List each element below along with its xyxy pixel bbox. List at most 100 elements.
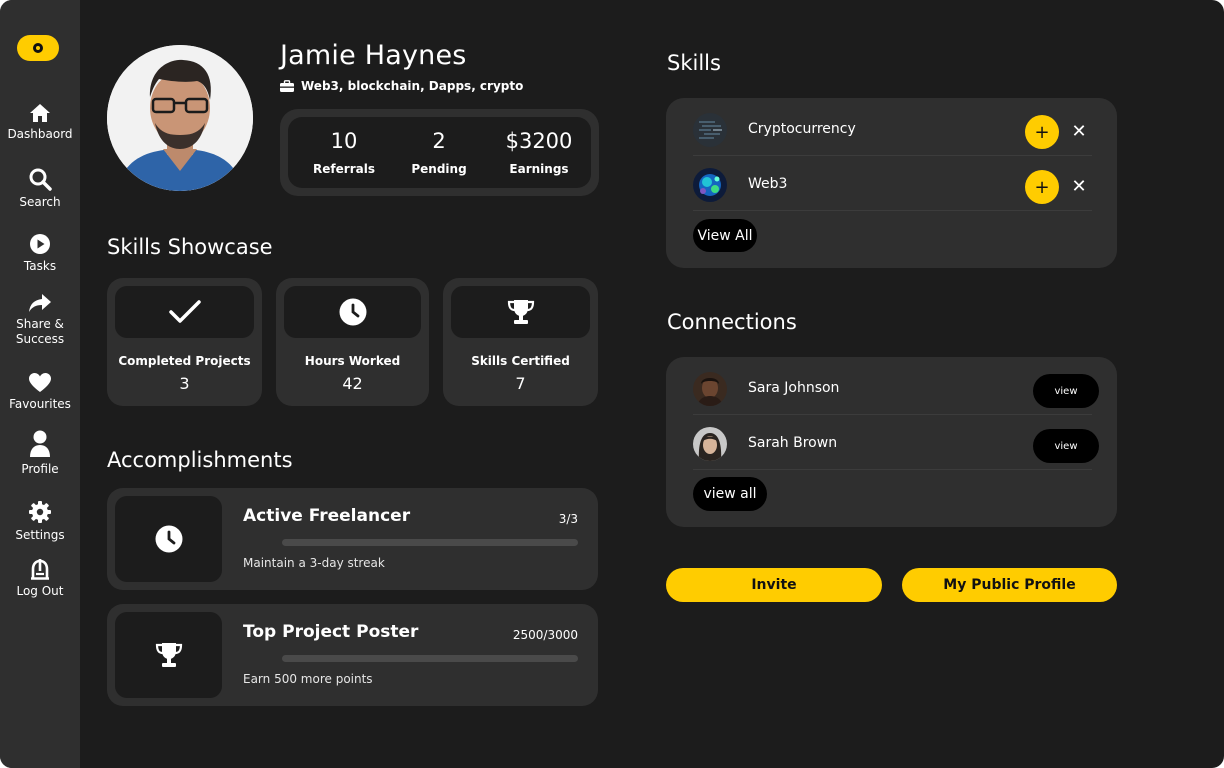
skills-title: Skills: [667, 51, 721, 75]
showcase-card-skills-certified: Skills Certified 7: [443, 278, 598, 406]
showcase-card-hours-worked: Hours Worked 42: [276, 278, 429, 406]
sidebar-item-settings[interactable]: Settings: [0, 500, 80, 543]
accomplishment-title: Active Freelancer: [243, 506, 411, 526]
accomplishment-count: 2500/3000: [512, 628, 578, 642]
sidebar-item-tasks[interactable]: Tasks: [0, 233, 80, 274]
clock-icon: [155, 525, 182, 553]
connections-title: Connections: [667, 310, 797, 334]
showcase-icon-box: [284, 286, 421, 338]
logout-icon: [31, 559, 49, 580]
gear-icon: [29, 501, 51, 523]
profile-tagline: Web3, blockchain, Dapps, crypto: [280, 79, 523, 93]
stat-label: Referrals: [313, 162, 375, 176]
close-icon: ✕: [1071, 120, 1087, 142]
skill-label: Cryptocurrency: [748, 121, 856, 137]
profile-name: Jamie Haynes: [280, 40, 467, 71]
accomplishments-title: Accomplishments: [107, 448, 293, 472]
check-icon: [168, 300, 201, 323]
progress-bar: [282, 655, 578, 662]
plus-icon: +: [1034, 176, 1050, 198]
connection-name: Sarah Brown: [748, 435, 838, 451]
sidebar-item-logout[interactable]: Log Out: [0, 558, 80, 599]
view-connection-button[interactable]: view: [1033, 429, 1099, 463]
clock-icon: [339, 298, 366, 326]
showcase-card-completed-projects: Completed Projects 3: [107, 278, 262, 406]
accomplishment-icon-box: [115, 496, 222, 582]
stat-value: $3200: [505, 129, 573, 153]
sidebar-item-share-success[interactable]: Share & Success: [0, 293, 80, 347]
connections-panel: Sara Johnson view Sarah Brown view view …: [666, 357, 1117, 527]
showcase-value: 3: [179, 374, 190, 393]
skill-thumbnail: [693, 113, 727, 147]
sidebar-item-favourites[interactable]: Favourites: [0, 372, 80, 412]
sidebar-item-label: Favourites: [9, 397, 71, 411]
stat-referrals: 10 Referrals: [296, 129, 392, 176]
sidebar-item-label: Log Out: [16, 584, 64, 598]
home-icon: [30, 104, 50, 122]
showcase-icon-box: [451, 286, 590, 338]
stat-value: 2: [432, 129, 446, 153]
trophy-icon: [507, 300, 534, 324]
stat-value: 10: [330, 129, 358, 153]
connection-avatar: [693, 372, 727, 406]
showcase-label: Hours Worked: [304, 354, 401, 368]
briefcase-icon: [280, 80, 294, 92]
stats-inner: 10 Referrals 2 Pending $3200 Earnings: [288, 117, 591, 188]
connection-row: Sara Johnson view: [693, 360, 1099, 415]
app-window: Dashbaord Search Tasks Share & Success F…: [0, 0, 1224, 768]
heart-icon: [29, 373, 51, 392]
tagline-text: Web3, blockchain, Dapps, crypto: [301, 79, 524, 93]
accomplishment-title: Top Project Poster: [243, 622, 419, 642]
connection-row: Sarah Brown view: [693, 415, 1099, 470]
stat-label: Pending: [411, 162, 467, 176]
skill-row: Cryptocurrency + ✕: [693, 101, 1092, 156]
connection-name: Sara Johnson: [748, 380, 840, 396]
invite-button[interactable]: Invite: [666, 568, 882, 602]
accomplishment-icon-box: [115, 612, 222, 698]
remove-skill-button[interactable]: ✕: [1068, 175, 1090, 197]
remove-skill-button[interactable]: ✕: [1068, 120, 1090, 142]
sidebar-item-label: Share & Success: [15, 317, 65, 346]
sidebar-item-label: Tasks: [23, 259, 57, 273]
skills-view-all-button[interactable]: View All: [693, 219, 757, 252]
stat-earnings: $3200 Earnings: [491, 129, 587, 176]
stat-pending: 2 Pending: [391, 129, 487, 176]
sidebar-item-label: Dashbaord: [7, 127, 73, 141]
add-skill-button[interactable]: +: [1025, 115, 1059, 149]
user-icon: [30, 430, 50, 457]
showcase-label: Skills Certified: [471, 354, 570, 368]
accomplishment-card: Active Freelancer 3/3 Maintain a 3-day s…: [107, 488, 598, 590]
avatar-portrait-icon: [107, 45, 253, 191]
stat-label: Earnings: [509, 162, 569, 176]
sidebar-item-label: Search: [19, 195, 61, 209]
showcase-icon-box: [115, 286, 254, 338]
view-connection-button[interactable]: view: [1033, 374, 1099, 408]
skills-panel: Cryptocurrency + ✕ Web3 + ✕ View All: [666, 98, 1117, 268]
progress-bar: [282, 539, 578, 546]
close-icon: ✕: [1071, 175, 1087, 197]
accomplishment-card: Top Project Poster 2500/3000 Earn 500 mo…: [107, 604, 598, 706]
logo-icon: [33, 43, 43, 53]
logo[interactable]: [17, 35, 59, 61]
sidebar-item-dashboard[interactable]: Dashbaord: [0, 103, 80, 142]
avatar: [107, 45, 253, 191]
showcase-label: Completed Projects: [118, 354, 251, 368]
trophy-icon: [155, 643, 182, 667]
sidebar-item-profile[interactable]: Profile: [0, 430, 80, 477]
skill-thumbnail: [693, 168, 727, 202]
share-icon: [29, 294, 51, 312]
skills-showcase-title: Skills Showcase: [107, 235, 273, 259]
connections-view-all-button[interactable]: view all: [693, 477, 767, 511]
add-skill-button[interactable]: +: [1025, 170, 1059, 204]
sidebar: Dashbaord Search Tasks Share & Success F…: [0, 0, 80, 768]
showcase-value: 42: [342, 374, 363, 393]
stats-panel: 10 Referrals 2 Pending $3200 Earnings: [280, 109, 599, 196]
sidebar-item-label: Profile: [21, 462, 59, 476]
sidebar-item-search[interactable]: Search: [0, 167, 80, 210]
accomplishment-description: Maintain a 3-day streak: [243, 556, 385, 570]
accomplishment-description: Earn 500 more points: [243, 672, 373, 686]
plus-icon: +: [1034, 121, 1050, 143]
public-profile-button[interactable]: My Public Profile: [902, 568, 1117, 602]
play-icon: [30, 234, 50, 254]
connection-avatar: [693, 427, 727, 461]
